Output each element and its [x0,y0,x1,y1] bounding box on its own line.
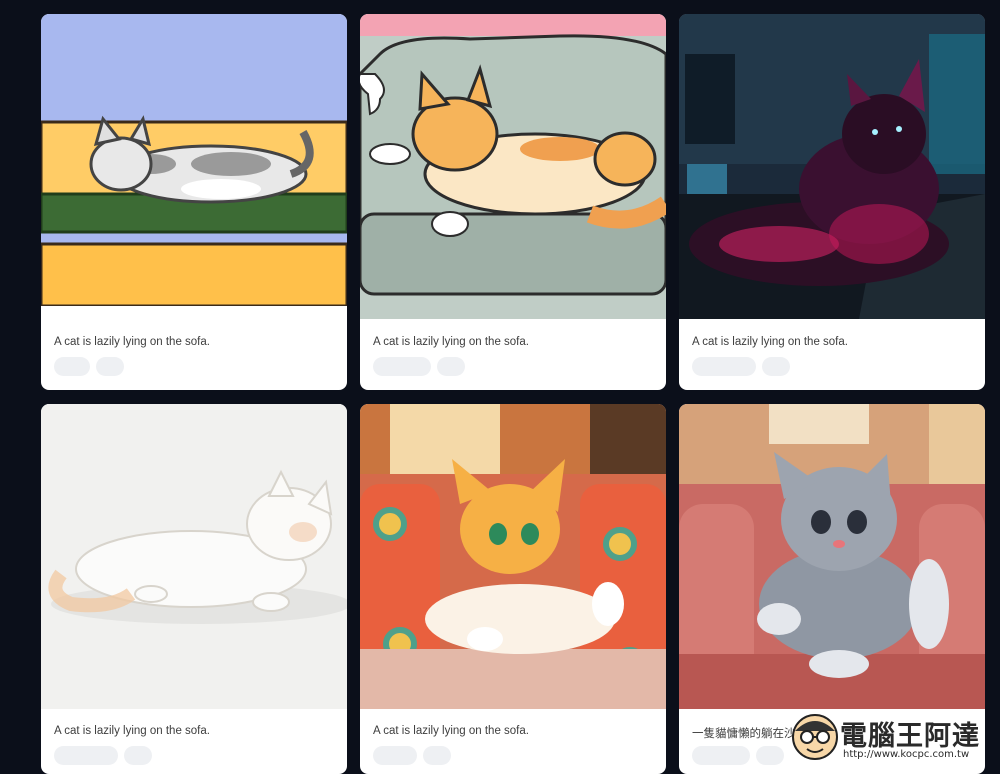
card-caption: A cat is lazily lying on the sofa. [54,725,210,737]
tag[interactable] [762,357,790,376]
card-caption: A cat is lazily lying on the sofa. [692,336,848,348]
tag[interactable] [373,357,431,376]
watermark: 電腦王阿達 http://www.kocpc.com.tw [788,708,993,768]
tag[interactable] [756,746,784,765]
tag[interactable] [373,746,417,765]
tag[interactable] [54,746,118,765]
cat-watercolor-image[interactable] [41,404,347,709]
tag[interactable] [423,746,451,765]
tag-list [692,357,790,376]
image-card-5[interactable]: A cat is lazily lying on the sofa. [360,404,666,774]
image-card-1[interactable]: A cat is lazily lying on the sofa. [41,14,347,390]
card-caption: A cat is lazily lying on the sofa. [54,336,210,348]
tag[interactable] [54,357,90,376]
watermark-url: http://www.kocpc.com.tw [843,749,970,760]
image-card-3[interactable]: A cat is lazily lying on the sofa. [679,14,985,390]
card-caption: A cat is lazily lying on the sofa. [373,336,529,348]
tag[interactable] [692,746,750,765]
watermark-brand: 電腦王阿達 [840,721,980,752]
tag-list [373,357,465,376]
cat-cyberpunk-image[interactable] [679,14,985,319]
cat-comic-image[interactable] [360,14,666,319]
mascot-icon [792,714,838,760]
image-card-2[interactable]: A cat is lazily lying on the sofa. [360,14,666,390]
card-caption: A cat is lazily lying on the sofa. [373,725,529,737]
image-card-4[interactable]: A cat is lazily lying on the sofa. [41,404,347,774]
tag-list [692,746,784,765]
tag[interactable] [124,746,152,765]
tag[interactable] [437,357,465,376]
tag-list [54,357,124,376]
cat-pixel-art-image[interactable] [41,14,347,319]
tag-list [373,746,451,765]
tag-list [54,746,152,765]
cat-cartoon-image[interactable] [360,404,666,709]
tag[interactable] [692,357,756,376]
cat-3d-render-image[interactable] [679,404,985,709]
tag[interactable] [96,357,124,376]
